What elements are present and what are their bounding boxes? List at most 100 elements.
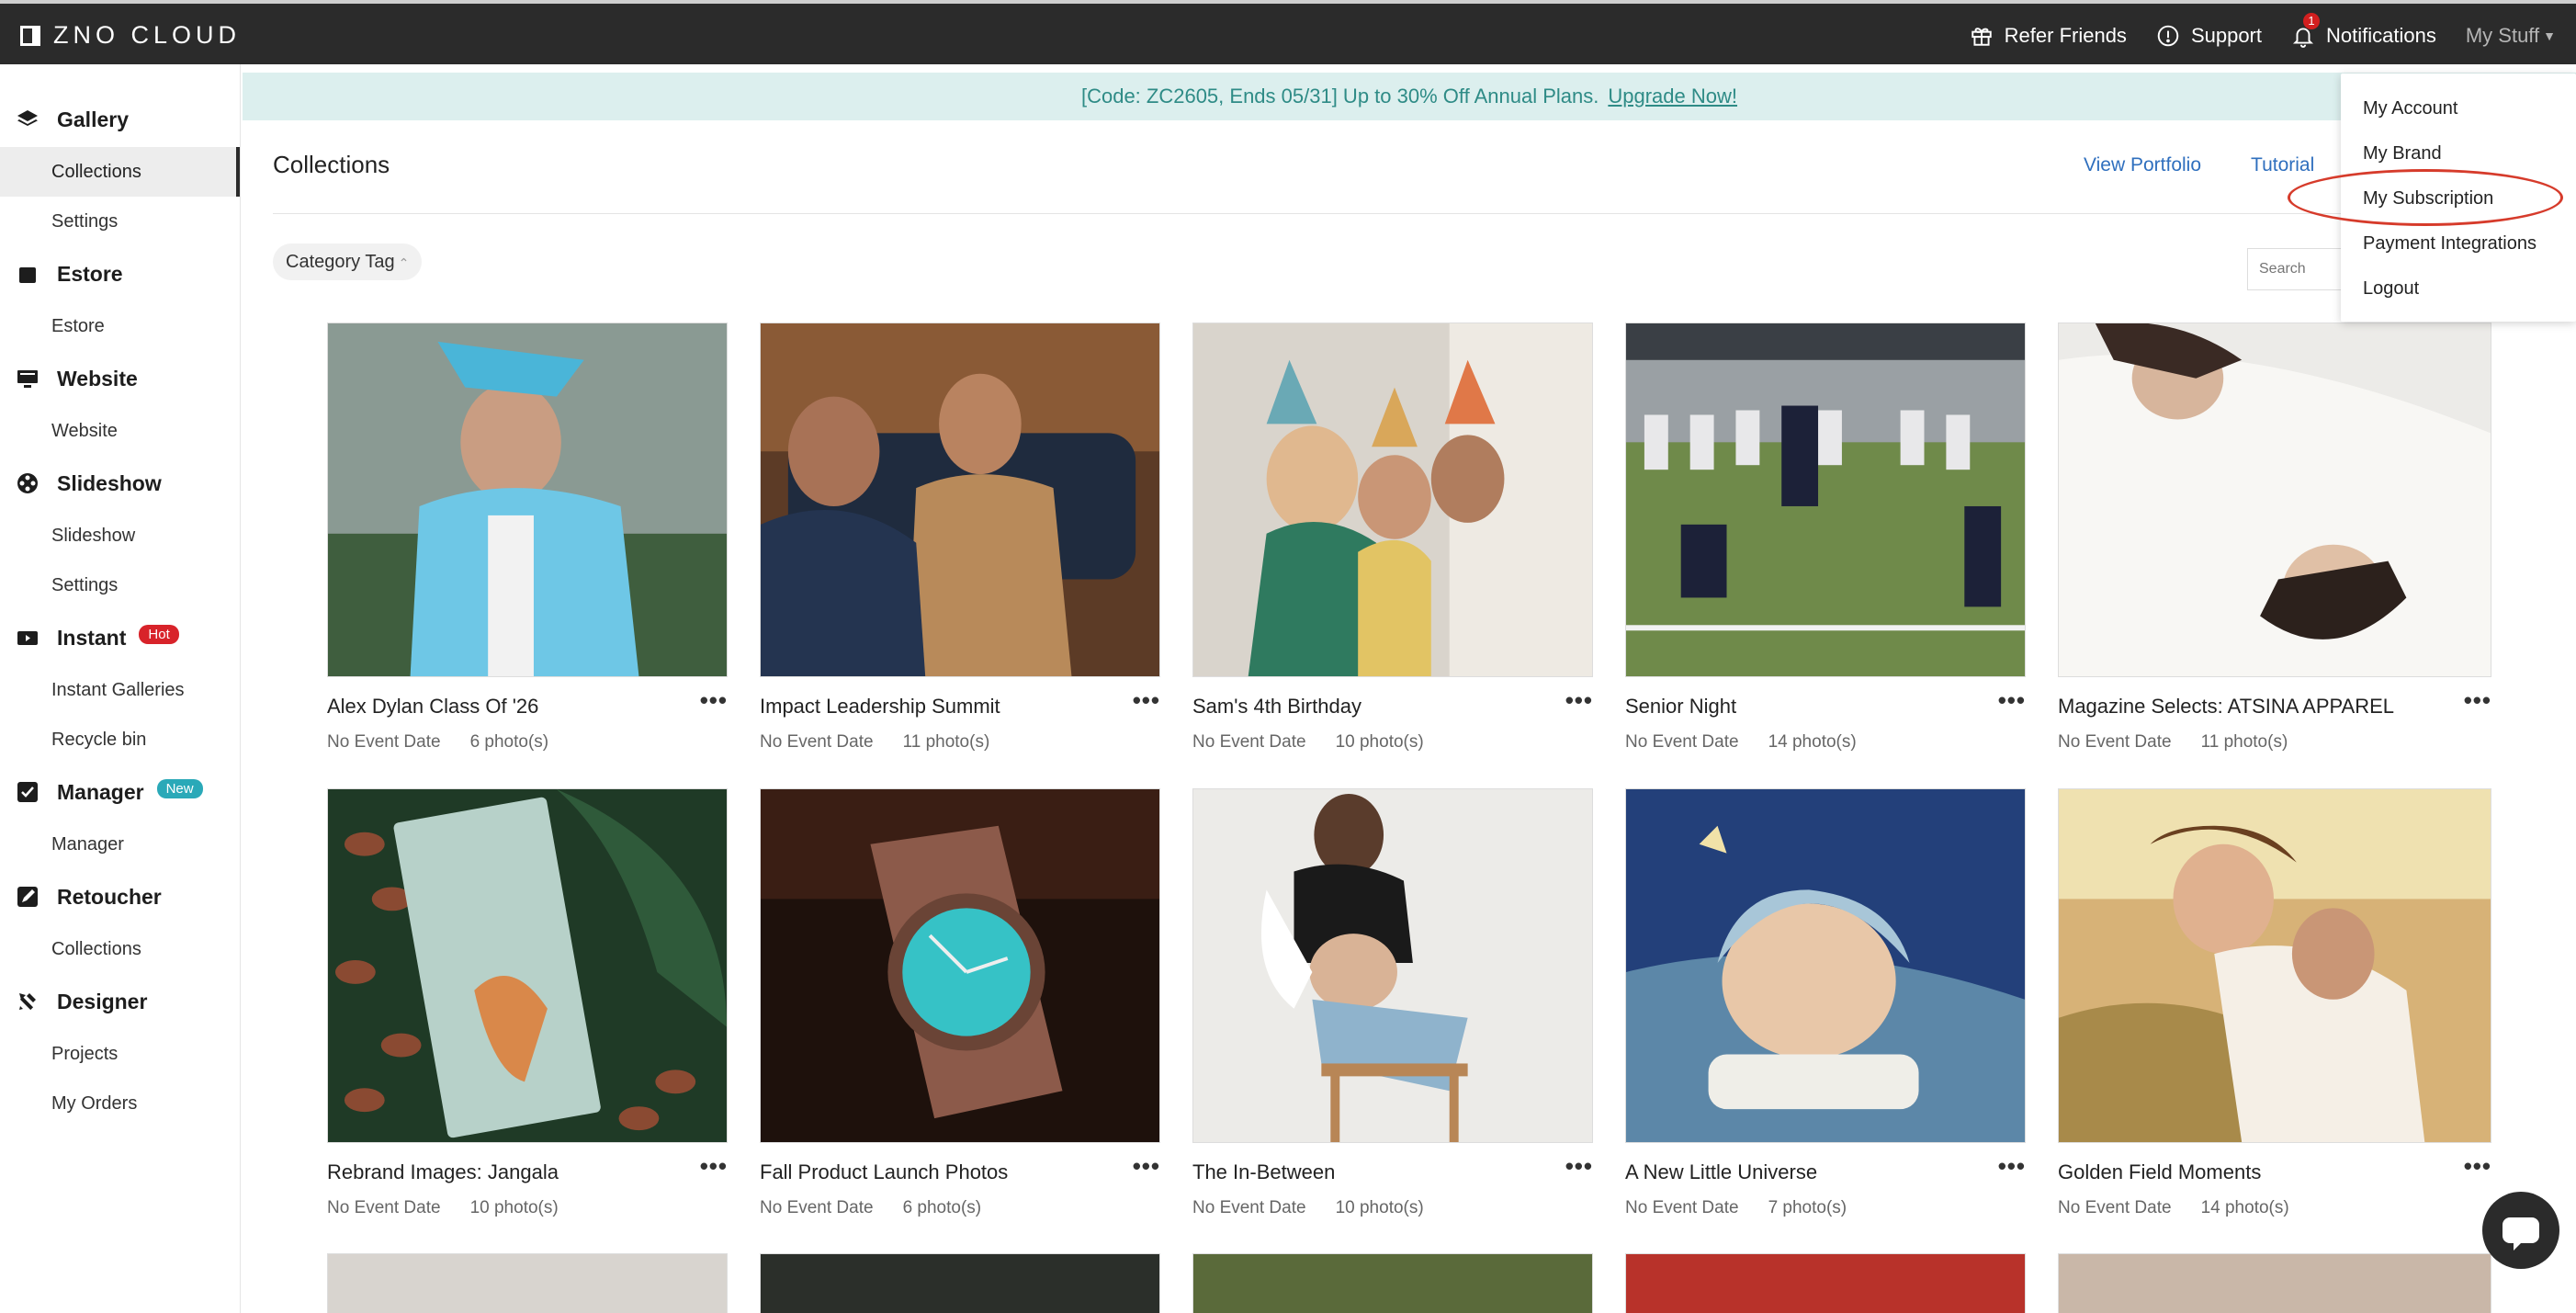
shopping-bag-icon xyxy=(17,263,39,285)
collection-thumbnail[interactable] xyxy=(327,788,728,1143)
sidebar-group-instant[interactable]: Instant Hot xyxy=(0,610,240,665)
more-options-icon[interactable]: ••• xyxy=(1133,688,1160,712)
sidebar-item-slideshow[interactable]: Slideshow xyxy=(0,511,240,560)
sidebar-group-designer[interactable]: Designer xyxy=(0,974,240,1029)
collection-card[interactable]: The In-Between ••• No Event Date 10 photo… xyxy=(1192,788,1593,1217)
collection-thumbnail-partial[interactable] xyxy=(760,1253,1160,1313)
sidebar-item-slideshow-settings[interactable]: Settings xyxy=(0,560,240,610)
view-portfolio-link[interactable]: View Portfolio xyxy=(2084,154,2201,176)
collection-card[interactable]: Alex Dylan Class Of '26 ••• No Event Dat… xyxy=(327,323,728,752)
monitor-icon xyxy=(17,368,39,390)
collection-thumbnail-partial[interactable] xyxy=(1625,1253,2026,1313)
collection-title[interactable]: A New Little Universe xyxy=(1625,1160,1817,1184)
collection-title[interactable]: Impact Leadership Summit xyxy=(760,695,1000,719)
top-bar: ZNO CLOUD Refer Friends Support 1 Notifi… xyxy=(0,0,2576,64)
menu-item-my-account[interactable]: My Account xyxy=(2341,86,2576,131)
collection-card[interactable]: Magazine Selects: ATSINA APPAREL ••• No … xyxy=(2058,323,2491,752)
menu-item-my-brand[interactable]: My Brand xyxy=(2341,131,2576,176)
sidebar-group-slideshow[interactable]: Slideshow xyxy=(0,456,240,511)
photo-count: 14 photo(s) xyxy=(2200,1198,2289,1217)
category-tag-filter[interactable]: Category Tag ⌃ xyxy=(273,243,423,280)
collection-thumbnail[interactable] xyxy=(1192,788,1593,1143)
collection-card[interactable]: Senior Night ••• No Event Date 14 photo(s… xyxy=(1625,323,2026,752)
refer-friends-button[interactable]: Refer Friends xyxy=(1970,24,2127,48)
sidebar-group-retoucher[interactable]: Retoucher xyxy=(0,869,240,924)
more-options-icon[interactable]: ••• xyxy=(1998,688,2026,712)
film-reel-icon xyxy=(17,472,39,494)
more-options-icon[interactable]: ••• xyxy=(1998,1154,2026,1178)
collection-card[interactable]: Rebrand Images: Jangala ••• No Event Dat… xyxy=(327,788,728,1217)
design-tools-icon xyxy=(17,990,39,1013)
refer-friends-label: Refer Friends xyxy=(2004,24,2127,47)
collection-card[interactable]: Golden Field Moments ••• No Event Date 14… xyxy=(2058,788,2491,1217)
sidebar-item-manager[interactable]: Manager xyxy=(0,820,240,869)
collection-thumbnail[interactable] xyxy=(1192,323,1593,677)
tutorial-link[interactable]: Tutorial xyxy=(2251,154,2314,176)
collection-thumbnail[interactable] xyxy=(1625,323,2026,677)
app-logo[interactable]: ZNO CLOUD xyxy=(20,21,241,50)
collection-card[interactable]: Sam's 4th Birthday ••• No Event Date 10 p… xyxy=(1192,323,1593,752)
notifications-button[interactable]: 1 Notifications xyxy=(2291,13,2436,48)
sidebar-item-collections[interactable]: Collections xyxy=(0,147,240,197)
more-options-icon[interactable]: ••• xyxy=(700,1154,728,1178)
menu-item-payment-integrations[interactable]: Payment Integrations xyxy=(2341,221,2576,266)
chevron-down-icon: ▼ xyxy=(2543,28,2556,43)
sidebar-item-website[interactable]: Website xyxy=(0,406,240,456)
sidebar-group-label: Website xyxy=(57,366,138,391)
sidebar-group-website[interactable]: Website xyxy=(0,351,240,406)
more-options-icon[interactable]: ••• xyxy=(1565,1154,1593,1178)
collection-card[interactable]: Impact Leadership Summit ••• No Event Da… xyxy=(760,323,1160,752)
sidebar-group-gallery[interactable]: Gallery xyxy=(0,92,240,147)
collection-title[interactable]: Rebrand Images: Jangala xyxy=(327,1160,559,1184)
collection-thumbnail[interactable] xyxy=(760,323,1160,677)
collection-meta: No Event Date 11 photo(s) xyxy=(760,732,989,753)
info-circle-icon xyxy=(2156,24,2180,48)
collection-title[interactable]: Golden Field Moments xyxy=(2058,1160,2261,1184)
my-stuff-dropdown: My Account My Brand My Subscription Paym… xyxy=(2341,74,2576,322)
collection-card[interactable]: A New Little Universe ••• No Event Date 7… xyxy=(1625,788,2026,1217)
collection-thumbnail[interactable] xyxy=(2058,788,2491,1143)
sidebar-group-label: Estore xyxy=(57,261,123,286)
photo-count: 14 photo(s) xyxy=(1768,732,1857,752)
more-options-icon[interactable]: ••• xyxy=(1133,1154,1160,1178)
checkbox-icon xyxy=(17,781,39,803)
promo-banner: [Code: ZC2605, Ends 05/31] Up to 30% Off… xyxy=(243,73,2576,120)
collection-title[interactable]: Sam's 4th Birthday xyxy=(1192,695,1361,719)
sidebar-item-projects[interactable]: Projects xyxy=(0,1029,240,1079)
more-options-icon[interactable]: ••• xyxy=(1565,688,1593,712)
collection-title[interactable]: Fall Product Launch Photos xyxy=(760,1160,1008,1184)
collection-meta: No Event Date 10 photo(s) xyxy=(1192,732,1424,753)
collection-thumbnail-partial[interactable] xyxy=(327,1253,728,1313)
more-options-icon[interactable]: ••• xyxy=(2464,688,2491,712)
collection-title[interactable]: The In-Between xyxy=(1192,1160,1335,1184)
photo-count: 10 photo(s) xyxy=(1335,732,1424,752)
more-options-icon[interactable]: ••• xyxy=(700,688,728,712)
sidebar-item-recycle-bin[interactable]: Recycle bin xyxy=(0,715,240,764)
sidebar-group-estore[interactable]: Estore xyxy=(0,246,240,301)
menu-item-logout[interactable]: Logout xyxy=(2341,266,2576,311)
sidebar-item-instant-galleries[interactable]: Instant Galleries xyxy=(0,665,240,715)
collection-card[interactable]: Fall Product Launch Photos ••• No Event … xyxy=(760,788,1160,1217)
collection-thumbnail[interactable] xyxy=(327,323,728,677)
sidebar-item-retoucher-collections[interactable]: Collections xyxy=(0,924,240,974)
sidebar-group-manager[interactable]: Manager New xyxy=(0,764,240,820)
sidebar-item-estore[interactable]: Estore xyxy=(0,301,240,351)
collection-title[interactable]: Senior Night xyxy=(1625,695,1736,719)
my-stuff-menu[interactable]: My Stuff ▼ xyxy=(2466,24,2556,48)
collection-thumbnail-partial[interactable] xyxy=(1192,1253,1593,1313)
collection-thumbnail-partial[interactable] xyxy=(2058,1253,2491,1313)
collection-thumbnail[interactable] xyxy=(2058,323,2491,677)
header-divider xyxy=(273,213,2551,214)
collection-thumbnail[interactable] xyxy=(760,788,1160,1143)
upgrade-link[interactable]: Upgrade Now! xyxy=(1608,85,1737,108)
menu-item-my-subscription[interactable]: My Subscription xyxy=(2341,176,2576,221)
chat-button[interactable] xyxy=(2482,1192,2559,1269)
collection-title[interactable]: Magazine Selects: ATSINA APPAREL xyxy=(2058,695,2394,719)
sidebar-item-my-orders[interactable]: My Orders xyxy=(0,1079,240,1128)
collection-title[interactable]: Alex Dylan Class Of '26 xyxy=(327,695,538,719)
header-links: View Portfolio Tutorial xyxy=(2084,154,2314,176)
sidebar-item-settings[interactable]: Settings xyxy=(0,197,240,246)
more-options-icon[interactable]: ••• xyxy=(2464,1154,2491,1178)
collection-thumbnail[interactable] xyxy=(1625,788,2026,1143)
support-button[interactable]: Support xyxy=(2156,24,2262,48)
